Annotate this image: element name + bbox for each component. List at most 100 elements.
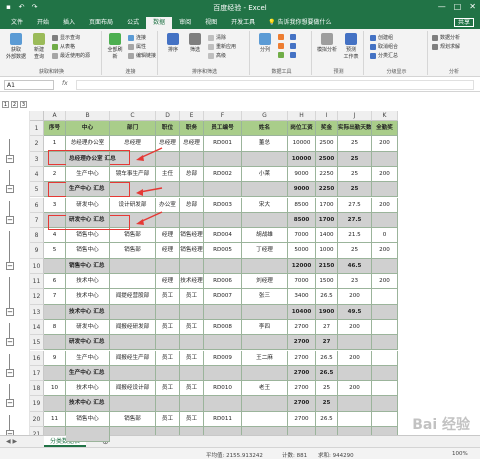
- cell[interactable]: 闻报经生产部: [110, 350, 156, 366]
- flash-fill-icon[interactable]: [278, 34, 286, 41]
- data-validation-icon[interactable]: [278, 52, 286, 59]
- cell[interactable]: [338, 335, 372, 351]
- cell[interactable]: 10000: [288, 151, 316, 167]
- cell[interactable]: RD011: [204, 411, 242, 427]
- cell[interactable]: [44, 258, 66, 274]
- column-header-e[interactable]: E: [180, 111, 204, 121]
- cell[interactable]: 200: [338, 289, 372, 305]
- row-header[interactable]: 12: [30, 289, 44, 305]
- cell[interactable]: 25: [316, 396, 338, 412]
- ungroup-button[interactable]: 取消组合: [370, 43, 398, 50]
- tell-me-search[interactable]: 💡 告诉我你想要做什么: [268, 17, 331, 29]
- from-table-button[interactable]: 从表格: [52, 43, 75, 50]
- cell[interactable]: 26.5: [316, 411, 338, 427]
- cell[interactable]: 研发中心: [66, 319, 110, 336]
- cell[interactable]: RD006: [204, 274, 242, 290]
- cell[interactable]: 9000: [288, 166, 316, 183]
- properties-button[interactable]: 属性: [128, 43, 146, 50]
- column-header-k[interactable]: K: [372, 111, 398, 121]
- row-header[interactable]: 3: [30, 151, 44, 167]
- cell[interactable]: 总经理办公室 汇总: [66, 151, 116, 167]
- cell[interactable]: RD009: [204, 350, 242, 366]
- cell[interactable]: 25: [338, 243, 372, 259]
- cell[interactable]: 胡战雄: [242, 228, 288, 244]
- share-button[interactable]: 共享: [453, 18, 474, 27]
- row-header[interactable]: 8: [30, 228, 44, 244]
- cell[interactable]: 27.5: [338, 212, 372, 229]
- row-header[interactable]: 10: [30, 258, 44, 274]
- collapse-group-icon[interactable]: −: [6, 154, 14, 163]
- column-header-b[interactable]: B: [66, 111, 110, 121]
- cell[interactable]: [242, 365, 288, 382]
- cell[interactable]: 10000: [288, 136, 316, 152]
- cell[interactable]: [372, 396, 398, 412]
- tab-file[interactable]: 文件: [4, 17, 30, 29]
- column-header-c[interactable]: C: [110, 111, 156, 121]
- cell[interactable]: 销售部: [110, 411, 156, 427]
- cell[interactable]: 2: [44, 166, 66, 183]
- cell[interactable]: 2700: [288, 411, 316, 427]
- cell[interactable]: RD004: [204, 228, 242, 244]
- cell[interactable]: [372, 350, 398, 366]
- sort-button[interactable]: 排序: [164, 33, 182, 53]
- row-header[interactable]: 17: [30, 365, 44, 382]
- cell[interactable]: 全勤奖: [372, 121, 398, 137]
- cell[interactable]: 8: [44, 319, 66, 336]
- cell[interactable]: 技术中心 汇总: [66, 304, 110, 320]
- cell[interactable]: 技术中心: [66, 289, 110, 305]
- cell[interactable]: 200: [338, 381, 372, 397]
- cell[interactable]: 12000: [288, 258, 316, 274]
- cell[interactable]: 销售中心: [66, 243, 110, 259]
- cell[interactable]: [156, 365, 180, 382]
- cell[interactable]: [242, 304, 288, 320]
- tab-insert[interactable]: 插入: [56, 17, 82, 29]
- cell[interactable]: [372, 289, 398, 305]
- cell[interactable]: RD010: [204, 381, 242, 397]
- cell[interactable]: 8500: [288, 212, 316, 229]
- cell[interactable]: [180, 365, 204, 382]
- cell[interactable]: 小莱: [242, 166, 288, 183]
- cell[interactable]: 姓名: [242, 121, 288, 137]
- cell[interactable]: 职位: [156, 121, 180, 137]
- cell[interactable]: [242, 151, 288, 167]
- cell[interactable]: 7000: [288, 274, 316, 290]
- cell[interactable]: 员工: [180, 350, 204, 366]
- cell[interactable]: [156, 304, 180, 320]
- data-analysis-button[interactable]: 数据分析: [432, 34, 460, 41]
- cell[interactable]: 10400: [288, 304, 316, 320]
- cell[interactable]: [66, 427, 110, 443]
- cell[interactable]: 25: [338, 151, 372, 167]
- cell[interactable]: 研发中心 汇总: [66, 212, 110, 229]
- cell[interactable]: 员工: [156, 319, 180, 336]
- cell[interactable]: 总部: [180, 197, 204, 213]
- outline-level-2[interactable]: 2: [11, 101, 18, 108]
- cell[interactable]: 经理: [156, 274, 180, 290]
- cell[interactable]: 实际出勤天数: [338, 121, 372, 137]
- cell[interactable]: 刘经理: [242, 274, 288, 290]
- cell[interactable]: 总部: [180, 166, 204, 183]
- cell[interactable]: [372, 335, 398, 351]
- cell[interactable]: 销售经理: [180, 228, 204, 244]
- collapse-group-icon[interactable]: −: [6, 368, 14, 377]
- column-header-j[interactable]: J: [338, 111, 372, 121]
- cell[interactable]: [204, 182, 242, 198]
- cell[interactable]: [372, 381, 398, 397]
- cell[interactable]: 2250: [316, 166, 338, 183]
- cell[interactable]: [156, 335, 180, 351]
- cell[interactable]: 26.5: [316, 350, 338, 366]
- cell[interactable]: 10: [44, 381, 66, 397]
- cell[interactable]: 闻报经研发部: [110, 319, 156, 336]
- row-header[interactable]: 11: [30, 274, 44, 290]
- cell[interactable]: 王二麻: [242, 350, 288, 366]
- cell[interactable]: 2700: [288, 319, 316, 336]
- cell[interactable]: 员工: [180, 289, 204, 305]
- consolidate-icon[interactable]: [290, 34, 298, 41]
- cell[interactable]: 25: [316, 381, 338, 397]
- cell[interactable]: 员工: [156, 289, 180, 305]
- cell[interactable]: 27: [316, 319, 338, 336]
- cell[interactable]: [242, 396, 288, 412]
- cell[interactable]: 11: [44, 411, 66, 427]
- cell[interactable]: [44, 335, 66, 351]
- cell[interactable]: [204, 258, 242, 274]
- cell[interactable]: 200: [372, 274, 398, 290]
